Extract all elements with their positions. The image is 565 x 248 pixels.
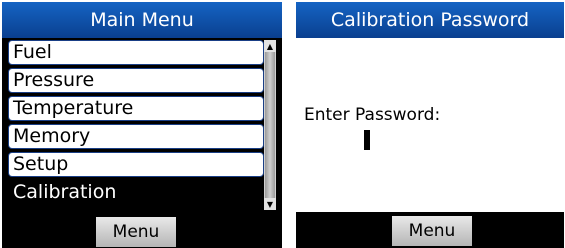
menu-item-setup[interactable]: Setup — [8, 152, 264, 177]
password-input[interactable] — [360, 128, 460, 150]
password-content-area: Enter Password: — [296, 38, 564, 212]
menu-softkey-right[interactable]: Menu — [392, 216, 472, 246]
menu-item-calibration[interactable]: Calibration — [8, 180, 264, 205]
menu-scrollbar[interactable]: ▲ ▼ — [264, 40, 276, 210]
calibration-password-screen: Calibration Password Enter Password: Men… — [296, 2, 564, 248]
text-cursor-icon — [364, 130, 370, 150]
scroll-track[interactable] — [265, 52, 275, 198]
main-menu-title: Main Menu — [2, 2, 282, 38]
menu-item-fuel[interactable]: Fuel — [8, 40, 264, 65]
calibration-password-title: Calibration Password — [296, 2, 564, 38]
menu-item-memory[interactable]: Memory — [8, 124, 264, 149]
menu-list: Fuel Pressure Temperature Memory Setup C… — [8, 40, 264, 208]
scroll-up-icon[interactable]: ▲ — [264, 40, 276, 52]
menu-item-temperature[interactable]: Temperature — [8, 96, 264, 121]
main-menu-screen: Main Menu Fuel Pressure Temperature Memo… — [2, 2, 282, 248]
menu-item-pressure[interactable]: Pressure — [8, 68, 264, 93]
password-prompt-label: Enter Password: — [304, 105, 441, 125]
scroll-down-icon[interactable]: ▼ — [264, 198, 276, 210]
menu-softkey[interactable]: Menu — [96, 217, 176, 247]
